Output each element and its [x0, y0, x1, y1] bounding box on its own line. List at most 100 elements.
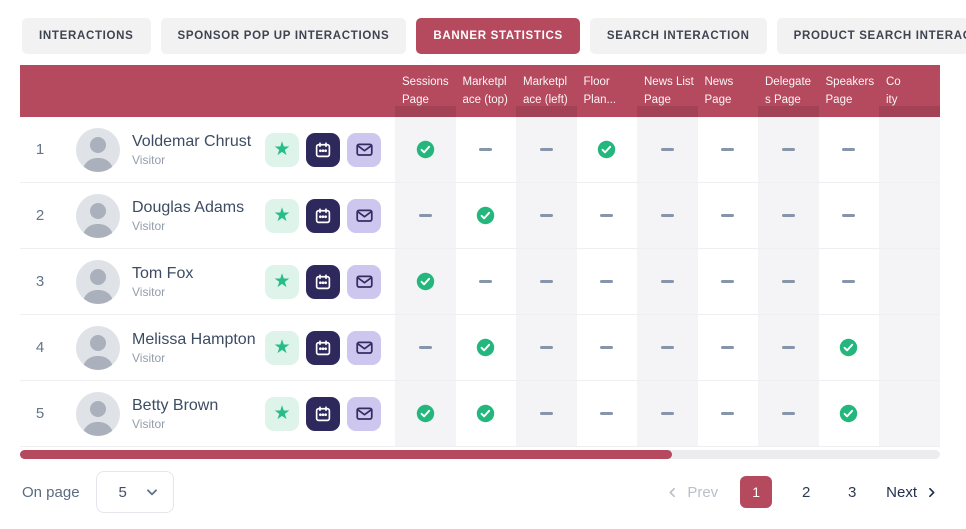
calendar-button[interactable] — [306, 265, 340, 299]
tab-banner-statistics[interactable]: BANNER STATISTICS — [416, 18, 580, 54]
check-circle-icon — [416, 272, 435, 291]
stat-cell-no — [516, 381, 577, 446]
stat-cell-no — [577, 249, 638, 314]
dash-icon — [419, 346, 432, 349]
stat-cell-no — [577, 183, 638, 248]
pager: Prev 1 2 3 Next — [666, 476, 938, 508]
star-icon: ★ — [273, 338, 290, 357]
stat-cell-no — [637, 249, 698, 314]
check-circle-icon — [416, 140, 435, 159]
column-header-line: Floor — [584, 73, 636, 91]
page-button-1[interactable]: 1 — [740, 476, 772, 508]
dash-icon — [419, 214, 432, 217]
next-page-button[interactable]: Next — [886, 484, 938, 501]
page-button-3[interactable]: 3 — [840, 476, 864, 508]
attendee-role: Visitor — [132, 219, 244, 233]
attendee-name: Douglas Adams — [132, 198, 244, 217]
dash-icon — [721, 412, 734, 415]
dash-icon — [600, 280, 613, 283]
chevron-down-icon — [145, 485, 159, 499]
tab-interactions[interactable]: INTERACTIONS — [22, 18, 151, 54]
stat-cell-no — [395, 183, 456, 248]
row-number: 5 — [20, 405, 60, 422]
calendar-button[interactable] — [306, 199, 340, 233]
per-page-value: 5 — [119, 484, 127, 501]
stat-cells — [395, 183, 940, 248]
dash-icon — [842, 280, 855, 283]
calendar-button[interactable] — [306, 397, 340, 431]
row-number: 1 — [20, 141, 60, 158]
column-header-line: Co — [886, 73, 938, 91]
message-button[interactable] — [347, 397, 381, 431]
horizontal-scrollbar[interactable] — [20, 450, 940, 459]
stat-cell-yes — [456, 381, 517, 446]
dash-icon — [782, 280, 795, 283]
column-header-line: News List — [644, 73, 696, 91]
stat-cell-no — [516, 315, 577, 380]
stat-cell-empty — [879, 249, 940, 314]
page-button-2[interactable]: 2 — [794, 476, 818, 508]
attendee-role: Visitor — [132, 417, 218, 431]
calendar-icon — [314, 405, 332, 423]
attendee-cell: 4 Melissa Hampton Visitor ★ — [20, 315, 395, 380]
dash-icon — [782, 214, 795, 217]
stat-cell-no — [395, 315, 456, 380]
calendar-button[interactable] — [306, 133, 340, 167]
row-actions: ★ — [265, 265, 381, 299]
row-number: 2 — [20, 207, 60, 224]
message-button[interactable] — [347, 331, 381, 365]
dash-icon — [661, 346, 674, 349]
avatar — [76, 128, 120, 172]
message-button[interactable] — [347, 199, 381, 233]
column-header: FloorPlan... — [577, 65, 638, 117]
tab-sponsor-pop-up-interactions[interactable]: SPONSOR POP UP INTERACTIONS — [161, 18, 407, 54]
stat-cell-no — [637, 117, 698, 182]
favorite-star-button[interactable]: ★ — [265, 133, 299, 167]
favorite-star-button[interactable]: ★ — [265, 199, 299, 233]
column-header-line: s Page — [765, 91, 817, 109]
stat-cell-yes — [395, 249, 456, 314]
favorite-star-button[interactable]: ★ — [265, 397, 299, 431]
stat-cell-no — [698, 249, 759, 314]
dash-icon — [721, 346, 734, 349]
dash-icon — [721, 148, 734, 151]
attendee-role: Visitor — [132, 153, 251, 167]
row-actions: ★ — [265, 331, 381, 365]
dash-icon — [479, 148, 492, 151]
prev-page-button[interactable]: Prev — [666, 484, 718, 501]
favorite-star-button[interactable]: ★ — [265, 265, 299, 299]
dash-icon — [479, 280, 492, 283]
column-header-line: ace (left) — [523, 91, 575, 109]
dash-icon — [782, 346, 795, 349]
message-button[interactable] — [347, 133, 381, 167]
avatar — [76, 194, 120, 238]
dash-icon — [540, 346, 553, 349]
column-header: SessionsPage — [395, 65, 456, 117]
dash-icon — [600, 346, 613, 349]
horizontal-scrollbar-thumb[interactable] — [20, 450, 672, 459]
row-number: 4 — [20, 339, 60, 356]
attendee-info: Voldemar Chrust Visitor — [132, 132, 251, 167]
stat-cell-no — [819, 183, 880, 248]
dash-icon — [600, 214, 613, 217]
stat-cell-empty — [879, 381, 940, 446]
attendee-cell: 3 Tom Fox Visitor ★ — [20, 249, 395, 314]
column-header-line: Speakers — [826, 73, 878, 91]
message-button[interactable] — [347, 265, 381, 299]
attendee-role: Visitor — [132, 285, 193, 299]
tab-product-search-interaction[interactable]: PRODUCT SEARCH INTERACTION — [777, 18, 966, 54]
dash-icon — [721, 280, 734, 283]
column-header: Delegates Page — [758, 65, 819, 117]
stat-cell-no — [698, 315, 759, 380]
stat-cell-no — [577, 315, 638, 380]
avatar — [76, 326, 120, 370]
column-header: News ListPage — [637, 65, 698, 117]
favorite-star-button[interactable]: ★ — [265, 331, 299, 365]
column-header-line: Plan... — [584, 91, 636, 109]
tab-search-interaction[interactable]: SEARCH INTERACTION — [590, 18, 767, 54]
calendar-button[interactable] — [306, 331, 340, 365]
envelope-icon — [355, 140, 374, 159]
per-page-select[interactable]: 5 — [96, 471, 174, 513]
stat-cell-no — [698, 183, 759, 248]
stat-cells — [395, 315, 940, 380]
